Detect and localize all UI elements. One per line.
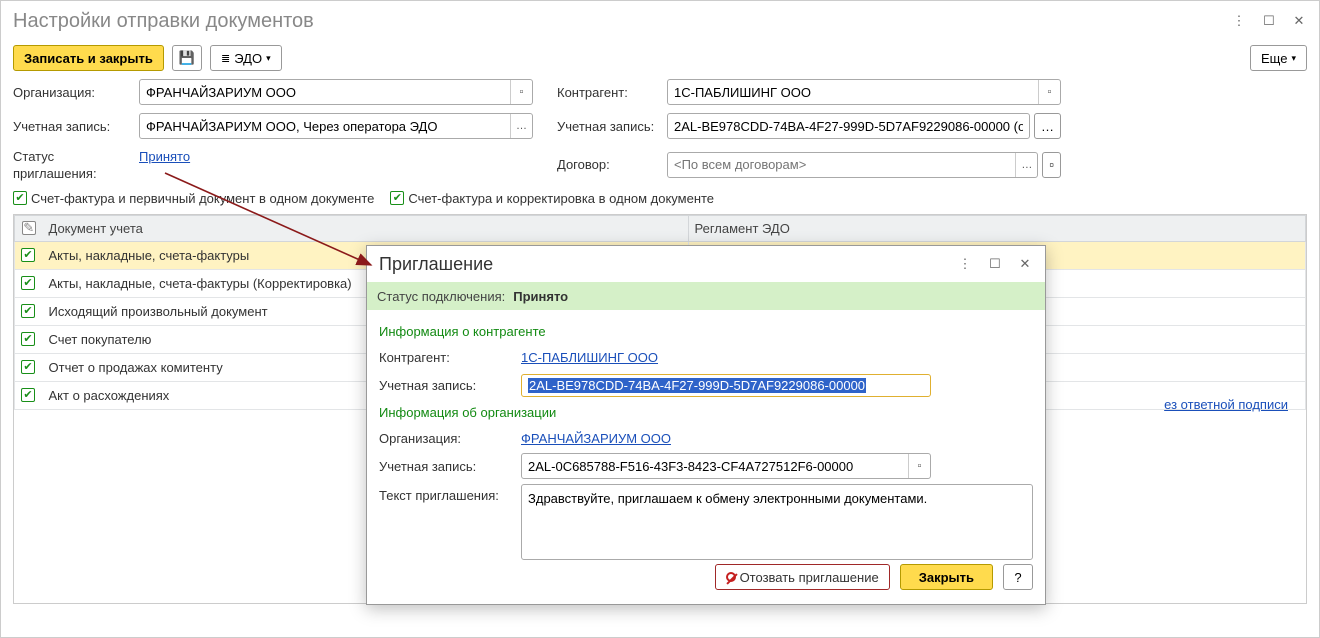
dialog-org-acc-field[interactable]: ▫ bbox=[521, 453, 931, 479]
checkbox-icon[interactable] bbox=[21, 276, 35, 290]
contract-open-button[interactable]: ▫ bbox=[1042, 152, 1061, 178]
label-invite-text: Текст приглашения: bbox=[379, 484, 515, 503]
dialog-org-link[interactable]: ФРАНЧАЙЗАРИУМ ООО bbox=[521, 431, 671, 446]
account-field[interactable]: … bbox=[139, 113, 533, 139]
edo-button[interactable]: ≣ ЭДО ▾ bbox=[210, 45, 282, 71]
org-field[interactable]: ▫ bbox=[139, 79, 533, 105]
org-input[interactable] bbox=[140, 85, 510, 100]
label-cp-account: Учетная запись: bbox=[557, 119, 667, 134]
main-titlebar: Настройки отправки документов ⋮ ☐ ✕ bbox=[1, 1, 1319, 41]
open-icon[interactable]: ▫ bbox=[908, 454, 930, 478]
checkbox-icon[interactable] bbox=[21, 248, 35, 262]
ellipsis-icon[interactable]: … bbox=[1015, 153, 1037, 177]
checks-row: Счет-фактура и первичный документ в одно… bbox=[1, 183, 1319, 214]
open-icon[interactable]: ▫ bbox=[510, 80, 532, 104]
dialog-cp-link[interactable]: 1С-ПАБЛИШИНГ ООО bbox=[521, 350, 658, 365]
close-icon[interactable]: ✕ bbox=[1291, 13, 1307, 29]
reg-signature-link[interactable]: ез ответной подписи bbox=[1164, 397, 1288, 412]
chevron-down-icon: ▾ bbox=[266, 53, 271, 64]
maximize-icon[interactable]: ☐ bbox=[987, 256, 1003, 272]
edo-icon: ≣ bbox=[221, 52, 230, 65]
dialog-title: Приглашение bbox=[379, 254, 957, 275]
save-button[interactable]: 💾 bbox=[172, 45, 202, 71]
section-counterparty: Информация о контрагенте bbox=[379, 324, 1033, 339]
chevron-down-icon: ▾ bbox=[1291, 53, 1296, 64]
label-dialog-acc: Учетная запись: bbox=[379, 378, 515, 393]
dialog-actions: Отозвать приглашение Закрыть ? bbox=[379, 560, 1033, 592]
cp-account-input[interactable] bbox=[668, 119, 1029, 134]
help-button[interactable]: ? bbox=[1003, 564, 1033, 590]
maximize-icon[interactable]: ☐ bbox=[1261, 13, 1277, 29]
main-window: Настройки отправки документов ⋮ ☐ ✕ Запи… bbox=[0, 0, 1320, 638]
label-org: Организация: bbox=[13, 85, 139, 100]
kebab-icon[interactable]: ⋮ bbox=[957, 256, 973, 272]
dialog-org-acc-input[interactable] bbox=[522, 459, 908, 474]
label-counterparty: Контрагент: bbox=[557, 85, 667, 100]
ellipsis-icon[interactable]: … bbox=[510, 114, 532, 138]
col-reg[interactable]: Регламент ЭДО bbox=[688, 215, 1306, 241]
status-label: Статус подключения: bbox=[377, 289, 505, 304]
checkbox-icon[interactable] bbox=[21, 332, 35, 346]
invite-text-area[interactable] bbox=[521, 484, 1033, 560]
toolbar: Записать и закрыть 💾 ≣ ЭДО ▾ Еще ▾ bbox=[1, 41, 1319, 79]
window-title: Настройки отправки документов bbox=[13, 10, 1231, 33]
revoke-invite-button[interactable]: Отозвать приглашение bbox=[715, 564, 890, 590]
col-doc[interactable]: Документ учета bbox=[43, 215, 689, 241]
revoke-icon bbox=[726, 572, 736, 582]
save-close-button[interactable]: Записать и закрыть bbox=[13, 45, 164, 71]
check-sf-primary[interactable]: Счет-фактура и первичный документ в одно… bbox=[13, 191, 374, 206]
more-button[interactable]: Еще ▾ bbox=[1250, 45, 1307, 71]
contract-input[interactable] bbox=[668, 157, 1015, 172]
checkbox-icon[interactable] bbox=[21, 360, 35, 374]
label-dialog-org: Организация: bbox=[379, 431, 515, 446]
col-check[interactable]: ✎ bbox=[15, 215, 43, 241]
cp-account-ellipsis-button[interactable]: … bbox=[1034, 113, 1061, 139]
check-sf-corr[interactable]: Счет-фактура и корректировка в одном док… bbox=[390, 191, 714, 206]
counterparty-field[interactable]: ▫ bbox=[667, 79, 1061, 105]
checkbox-header-icon[interactable]: ✎ bbox=[22, 221, 36, 235]
dialog-close-button[interactable]: Закрыть bbox=[900, 564, 993, 590]
dialog-body: Информация о контрагенте Контрагент: 1С-… bbox=[367, 310, 1045, 604]
contract-field[interactable]: … bbox=[667, 152, 1038, 178]
label-invite-status: Статус приглашения: bbox=[13, 147, 139, 183]
form-grid: Организация: ▫ Контрагент: ▫ Учетная зап… bbox=[1, 79, 1319, 183]
invite-dialog: Приглашение ⋮ ☐ ✕ Статус подключения: Пр… bbox=[366, 245, 1046, 605]
label-account: Учетная запись: bbox=[13, 119, 139, 134]
checkbox-icon[interactable] bbox=[21, 388, 35, 402]
cp-account-field[interactable] bbox=[667, 113, 1030, 139]
status-value: Принято bbox=[513, 289, 568, 304]
save-icon: 💾 bbox=[179, 50, 195, 66]
label-dialog-org-acc: Учетная запись: bbox=[379, 459, 515, 474]
checkbox-icon[interactable] bbox=[390, 191, 404, 205]
dialog-titlebar: Приглашение ⋮ ☐ ✕ bbox=[367, 246, 1045, 282]
section-org: Информация об организации bbox=[379, 405, 1033, 420]
counterparty-input[interactable] bbox=[668, 85, 1038, 100]
dialog-status-bar: Статус подключения: Принято bbox=[367, 282, 1045, 310]
checkbox-icon[interactable] bbox=[13, 191, 27, 205]
label-contract: Договор: bbox=[557, 157, 667, 172]
kebab-icon[interactable]: ⋮ bbox=[1231, 13, 1247, 29]
label-dialog-cp: Контрагент: bbox=[379, 350, 515, 365]
account-input[interactable] bbox=[140, 119, 510, 134]
checkbox-icon[interactable] bbox=[21, 304, 35, 318]
open-icon[interactable]: ▫ bbox=[1038, 80, 1060, 104]
close-icon[interactable]: ✕ bbox=[1017, 256, 1033, 272]
invite-status-link[interactable]: Принято bbox=[139, 149, 190, 164]
dialog-acc-field[interactable]: 2AL-BE978CDD-74BA-4F27-999D-5D7AF9229086… bbox=[521, 374, 931, 397]
